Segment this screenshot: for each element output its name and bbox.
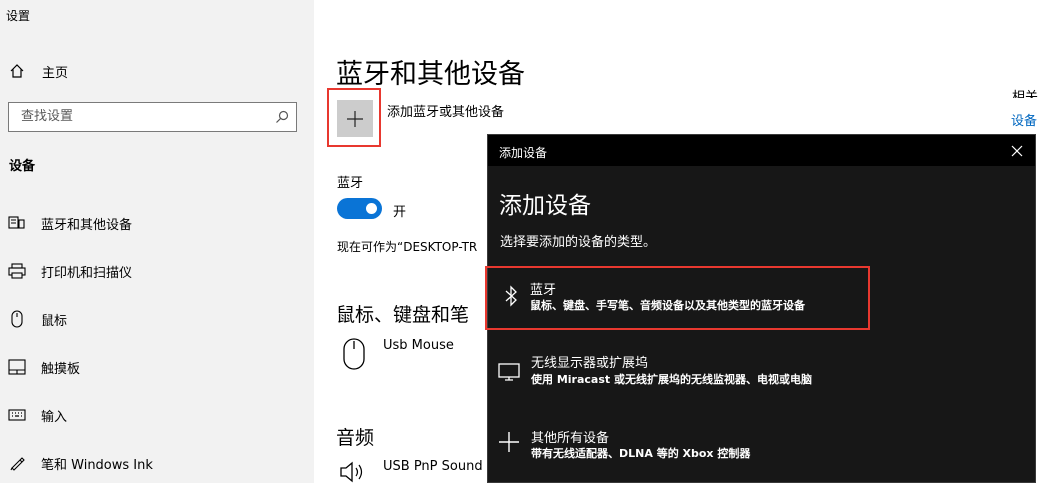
search-input[interactable] <box>21 109 261 124</box>
related-settings-link[interactable]: 设备 <box>1011 110 1038 129</box>
option-description: 使用 Miracast 或无线扩展坞的无线监视器、电视或电脑 <box>531 373 812 386</box>
window-title: 设置 <box>6 9 31 23</box>
discoverable-text: 现在可作为“DESKTOP-TR <box>337 240 478 254</box>
dialog-title: 添加设备 <box>499 146 548 160</box>
option-wireless-display[interactable]: 无线显示器或扩展坞 使用 Miracast 或无线扩展坞的无线监视器、电视或电脑 <box>488 342 1037 406</box>
sidebar: 设置 主页 设备 蓝牙和其他设备 打印机和扫描仪 鼠标 触摸板 <box>0 0 314 483</box>
search-icon[interactable] <box>274 109 290 125</box>
bluetooth-toggle[interactable] <box>337 198 382 219</box>
home-icon <box>8 62 26 80</box>
related-settings-heading: 相关 <box>1012 90 1038 98</box>
mouse-section-title: 鼠标、键盘和笔 <box>336 304 470 326</box>
mouse-device-icon <box>342 337 366 375</box>
add-icon <box>337 100 373 137</box>
dialog-description: 选择要添加的设备的类型。 <box>500 235 657 250</box>
option-title: 无线显示器或扩展坞 <box>531 356 649 371</box>
dialog-titlebar: 添加设备 <box>488 135 1035 166</box>
keyboard-icon <box>8 406 26 424</box>
sidebar-item-touchpad[interactable]: 触摸板 <box>0 347 314 387</box>
sidebar-item-label: 笔和 Windows Ink <box>41 457 153 473</box>
sidebar-item-printers[interactable]: 打印机和扫描仪 <box>0 251 314 291</box>
sidebar-item-label: 输入 <box>41 409 68 425</box>
option-description: 鼠标、键盘、手写笔、音频设备以及其他类型的蓝牙设备 <box>530 299 805 312</box>
add-device-label[interactable]: 添加蓝牙或其他设备 <box>387 101 504 120</box>
sidebar-item-mouse[interactable]: 鼠标 <box>0 299 314 339</box>
sidebar-item-label: 打印机和扫描仪 <box>41 265 133 281</box>
audio-section-title: 音频 <box>336 427 375 449</box>
sidebar-item-bluetooth[interactable]: 蓝牙和其他设备 <box>0 203 314 243</box>
plus-icon <box>498 430 520 454</box>
option-title: 其他所有设备 <box>531 431 610 446</box>
search-box[interactable] <box>8 102 297 132</box>
option-everything-else[interactable]: 其他所有设备 带有无线适配器、DLNA 等的 Xbox 控制器 <box>488 418 1037 482</box>
sidebar-item-pen[interactable]: 笔和 Windows Ink <box>0 443 314 483</box>
sidebar-section-title: 设备 <box>9 159 36 174</box>
bluetooth-toggle-state: 开 <box>393 205 407 220</box>
sidebar-item-label: 蓝牙和其他设备 <box>41 217 133 233</box>
mouse-icon <box>8 310 26 328</box>
bluetooth-devices-icon <box>8 214 26 232</box>
dialog-heading: 添加设备 <box>499 193 591 219</box>
printer-icon <box>8 262 26 280</box>
sidebar-item-typing[interactable]: 输入 <box>0 395 314 435</box>
bluetooth-icon <box>500 284 522 308</box>
option-description: 带有无线适配器、DLNA 等的 Xbox 控制器 <box>531 447 751 460</box>
add-device-dialog: 添加设备 添加设备 选择要添加的设备的类型。 蓝牙 鼠标、键盘、手写笔、音频设备… <box>485 134 1037 483</box>
page-title: 蓝牙和其他设备 <box>336 59 525 90</box>
speaker-icon <box>339 461 365 483</box>
option-bluetooth[interactable]: 蓝牙 鼠标、键盘、手写笔、音频设备以及其他类型的蓝牙设备 <box>485 266 870 330</box>
bluetooth-heading: 蓝牙 <box>337 176 364 191</box>
close-button[interactable] <box>1007 141 1027 161</box>
monitor-icon <box>498 360 520 384</box>
toggle-knob <box>366 203 377 214</box>
add-device-button[interactable] <box>327 88 381 147</box>
mouse-device-name[interactable]: Usb Mouse <box>383 338 483 353</box>
touchpad-icon <box>8 358 26 376</box>
pen-icon <box>8 454 26 472</box>
close-icon <box>1011 145 1023 157</box>
sidebar-item-label: 触摸板 <box>41 361 81 377</box>
option-title: 蓝牙 <box>530 283 557 298</box>
sidebar-item-label: 鼠标 <box>41 313 68 329</box>
sidebar-item-label: 主页 <box>42 65 69 81</box>
audio-device-name[interactable]: USB PnP Sound D <box>383 459 487 474</box>
sidebar-item-home[interactable]: 主页 <box>0 51 314 91</box>
